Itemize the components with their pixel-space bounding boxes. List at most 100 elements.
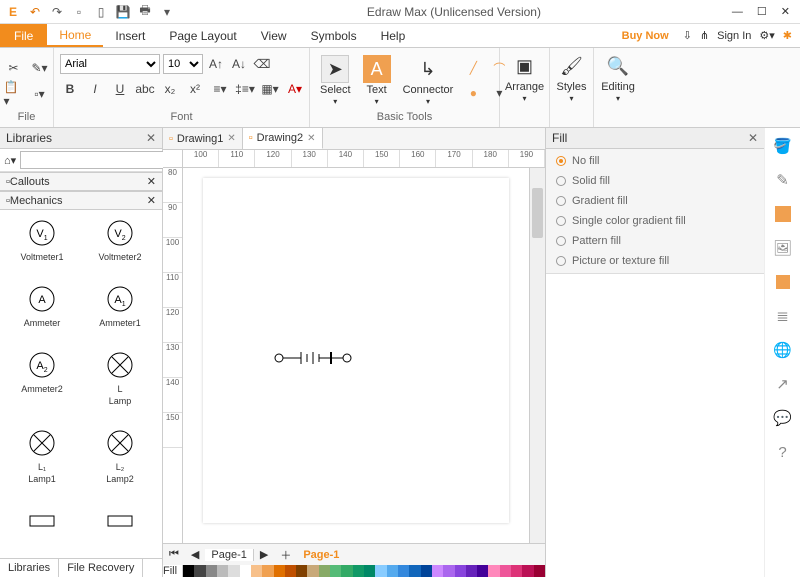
shape-ammeter[interactable]: AAmmeter xyxy=(4,282,80,342)
qat-more-icon[interactable]: ▾ xyxy=(158,3,176,21)
page-tab-1[interactable]: Page-1 xyxy=(205,549,253,561)
font-name-select[interactable]: Arial xyxy=(60,54,160,74)
shape-rect[interactable] xyxy=(4,504,80,552)
arrange-button[interactable]: ▣ Arrange▾ xyxy=(506,50,543,105)
mechanics-section[interactable]: ▫ Mechanics ✕ xyxy=(0,191,162,210)
drawing-canvas[interactable] xyxy=(183,168,529,543)
export-icon[interactable]: ⇩ xyxy=(683,29,692,42)
callouts-section[interactable]: ▫ Callouts ✕ xyxy=(0,172,162,191)
align-button[interactable]: ≡▾ xyxy=(210,79,230,99)
libraries-tab[interactable]: Libraries xyxy=(0,559,59,577)
shape-ammeter1[interactable]: A1Ammeter1 xyxy=(82,282,158,342)
close-libraries-icon[interactable]: ✕ xyxy=(146,131,156,145)
help-tool-icon[interactable]: ? xyxy=(771,440,795,464)
fill-opt-4[interactable]: Pattern fill xyxy=(556,235,754,247)
menu-view[interactable]: View xyxy=(249,24,299,47)
close-drawing2-icon[interactable]: ✕ xyxy=(307,133,315,144)
minimize-icon[interactable]: — xyxy=(732,6,743,18)
line-spacing-button[interactable]: ‡≡▾ xyxy=(235,79,255,99)
home-icon[interactable]: ⌂▾ xyxy=(4,154,16,167)
picture-tool-icon[interactable]: 🖼 xyxy=(771,236,795,260)
fill-opt-5[interactable]: Picture or texture fill xyxy=(556,255,754,267)
editing-button[interactable]: 🔍 Editing▾ xyxy=(600,50,636,105)
ellipse-shape-icon[interactable]: ● xyxy=(463,83,483,103)
redo-icon[interactable]: ↷ xyxy=(48,3,66,21)
shape-lamp1[interactable]: L₁Lamp1 xyxy=(4,426,80,498)
paste-icon[interactable]: 📋▾ xyxy=(4,84,24,104)
fill-opt-1[interactable]: Solid fill xyxy=(556,175,754,187)
close-icon[interactable]: ✕ xyxy=(781,5,790,18)
connector-tool[interactable]: ↳ Connector▾ xyxy=(399,53,458,108)
buy-now-link[interactable]: Buy Now xyxy=(616,24,675,47)
line-shape-icon[interactable]: ╱ xyxy=(463,58,483,78)
page-tool-icon[interactable]: ≣ xyxy=(771,304,795,328)
color-palette[interactable]: Fill xyxy=(163,565,545,577)
comment-tool-icon[interactable]: 💬 xyxy=(771,406,795,430)
italic-button[interactable]: I xyxy=(85,79,105,99)
decrease-font-icon[interactable]: A↓ xyxy=(229,54,249,74)
increase-font-icon[interactable]: A↑ xyxy=(206,54,226,74)
shape-lamp[interactable]: LLamp xyxy=(82,348,158,420)
clear-format-icon[interactable]: ⌫ xyxy=(252,54,272,74)
settings-icon[interactable]: ⚙▾ xyxy=(759,29,774,42)
select-tool[interactable]: ➤ Select▾ xyxy=(316,53,355,108)
fill-opt-3[interactable]: Single color gradient fill xyxy=(556,215,754,227)
web-tool-icon[interactable]: 🌐 xyxy=(771,338,795,362)
close-mechanics-icon[interactable]: ✕ xyxy=(147,194,156,207)
file-menu[interactable]: File xyxy=(0,24,47,47)
text-tool[interactable]: A Text▾ xyxy=(359,53,395,108)
fill-tool-icon[interactable]: 🪣 xyxy=(771,134,795,158)
close-fill-icon[interactable]: ✕ xyxy=(748,131,758,145)
save-icon[interactable]: 💾 xyxy=(114,3,132,21)
menu-symbols[interactable]: Symbols xyxy=(299,24,369,47)
next-page-icon[interactable]: ▶ xyxy=(254,548,274,561)
file-recovery-tab[interactable]: File Recovery xyxy=(59,559,143,577)
undo-icon[interactable]: ↶ xyxy=(26,3,44,21)
copy-icon[interactable]: ▫▾ xyxy=(30,84,50,104)
superscript-button[interactable]: x² xyxy=(185,79,205,99)
shape-voltmeter2[interactable]: V2Voltmeter2 xyxy=(82,216,158,276)
styles-button[interactable]: 🖌 Styles▾ xyxy=(556,50,587,105)
print-icon[interactable]: 🖶 xyxy=(136,3,154,21)
font-size-select[interactable]: 10 xyxy=(163,54,203,74)
cut-icon[interactable]: ✂ xyxy=(4,58,24,78)
fill-opt-0[interactable]: No fill xyxy=(556,155,754,167)
vertical-scrollbar[interactable] xyxy=(529,168,545,543)
circuit-shape[interactable] xyxy=(273,348,373,368)
shape-voltmeter1[interactable]: V1Voltmeter1 xyxy=(4,216,80,276)
prev-page-icon[interactable]: ◀ xyxy=(185,548,205,561)
menu-help[interactable]: Help xyxy=(369,24,418,47)
subscript-button[interactable]: x₂ xyxy=(160,79,180,99)
share-icon[interactable]: ⋔ xyxy=(700,29,709,42)
shape-fill-icon[interactable] xyxy=(771,202,795,226)
shape-rect[interactable] xyxy=(82,504,158,552)
shape-ammeter2[interactable]: A2Ammeter2 xyxy=(4,348,80,420)
bold-button[interactable]: B xyxy=(60,79,80,99)
add-page-icon[interactable]: ＋ xyxy=(274,547,297,563)
layer-tool-icon[interactable] xyxy=(771,270,795,294)
close-callouts-icon[interactable]: ✕ xyxy=(147,175,156,188)
svg-text:A1: A1 xyxy=(114,294,125,308)
format-painter-icon[interactable]: ✎▾ xyxy=(30,58,50,78)
shape-lamp2[interactable]: L₂Lamp2 xyxy=(82,426,158,498)
strike-button[interactable]: abc xyxy=(135,79,155,99)
menu-insert[interactable]: Insert xyxy=(103,24,157,47)
highlight-button[interactable]: ▦▾ xyxy=(260,79,280,99)
export-tool-icon[interactable]: ↗ xyxy=(771,372,795,396)
maximize-icon[interactable]: ☐ xyxy=(757,5,767,18)
line-tool-icon[interactable]: ✎ xyxy=(771,168,795,192)
open-icon[interactable]: ▯ xyxy=(92,3,110,21)
library-search-input[interactable] xyxy=(20,151,168,169)
doc-tab-drawing1[interactable]: ▫Drawing1✕ xyxy=(163,128,243,149)
menu-home[interactable]: Home xyxy=(47,24,103,47)
first-page-icon[interactable]: ⏮ xyxy=(163,548,185,561)
font-color-button[interactable]: A▾ xyxy=(285,79,305,99)
underline-button[interactable]: U xyxy=(110,79,130,99)
menu-page-layout[interactable]: Page Layout xyxy=(157,24,248,47)
sign-in-link[interactable]: Sign In xyxy=(717,30,751,42)
app-icon[interactable]: E xyxy=(4,3,22,21)
fill-opt-2[interactable]: Gradient fill xyxy=(556,195,754,207)
doc-tab-drawing2[interactable]: ▫Drawing2✕ xyxy=(243,128,323,149)
close-drawing1-icon[interactable]: ✕ xyxy=(227,133,235,144)
new-icon[interactable]: ▫ xyxy=(70,3,88,21)
